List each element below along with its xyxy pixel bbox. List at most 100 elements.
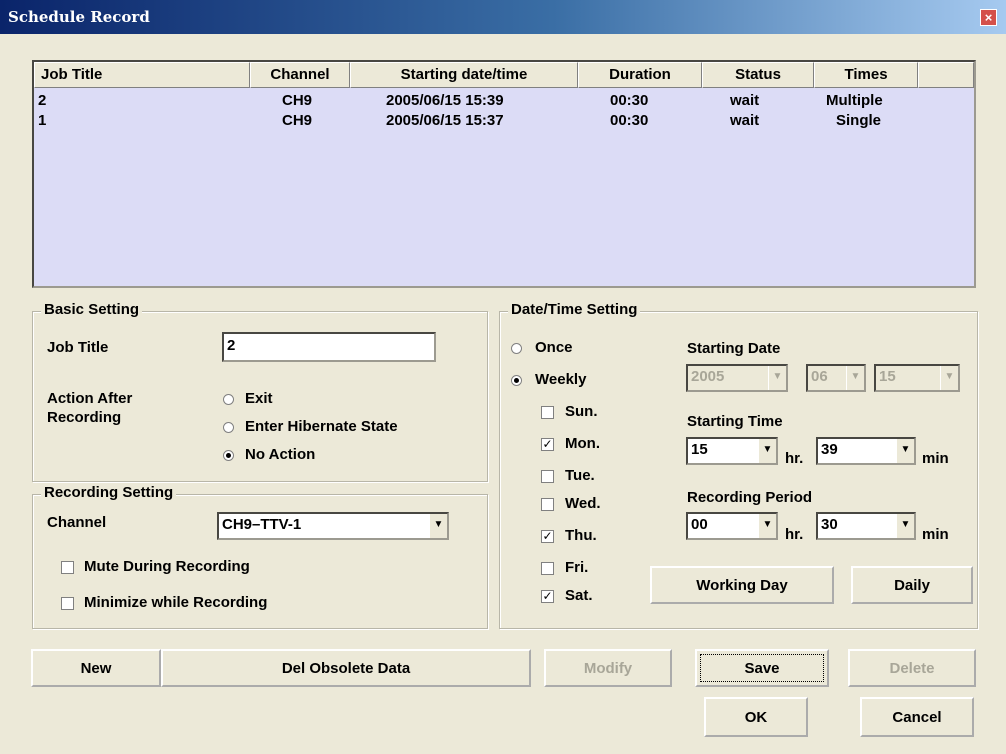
chevron-down-icon: ▼ (768, 366, 786, 390)
day-label-fri[interactable]: Fri. (565, 559, 588, 576)
starting-time-label: Starting Time (687, 413, 783, 430)
working-day-button[interactable]: Working Day (650, 566, 834, 604)
job-list[interactable]: Job Title Channel Starting date/time Dur… (32, 60, 976, 288)
table-row[interactable]: 2 CH9 2005/06/15 15:39 00:30 wait Multip… (34, 92, 974, 110)
time-hour-select[interactable]: 15 ▼ (686, 437, 778, 465)
job-list-header: Job Title Channel Starting date/time Dur… (34, 62, 974, 88)
mute-label[interactable]: Mute During Recording (84, 558, 250, 575)
time-minute-value: 39 (821, 441, 838, 458)
minimize-label[interactable]: Minimize while Recording (84, 594, 267, 611)
day-label-mon[interactable]: Mon. (565, 435, 600, 452)
action-recording-label: Recording (47, 409, 122, 426)
cell-job-title: 1 (38, 112, 47, 129)
channel-label: Channel (47, 514, 107, 531)
cell-status: wait (730, 92, 760, 109)
minute-unit-label: min (922, 450, 949, 467)
column-header-duration[interactable]: Duration (578, 62, 702, 88)
save-button[interactable]: Save (695, 649, 829, 687)
day-checkbox-mon[interactable]: ✓ (541, 438, 554, 451)
radio-hibernate-label[interactable]: Enter Hibernate State (245, 418, 398, 435)
chevron-down-icon[interactable]: ▼ (896, 514, 914, 538)
date-year-value: 2005 (691, 368, 725, 385)
chevron-down-icon: ▼ (846, 366, 864, 390)
time-minute-select[interactable]: 39 ▼ (816, 437, 916, 465)
column-header-times[interactable]: Times (814, 62, 918, 88)
day-label-sun[interactable]: Sun. (565, 403, 598, 420)
cell-job-title: 2 (38, 92, 47, 109)
minimize-checkbox[interactable] (61, 597, 74, 610)
day-checkbox-sun[interactable] (541, 406, 554, 419)
radio-weekly[interactable] (511, 375, 522, 386)
date-year-select: 2005 ▼ (686, 364, 788, 392)
chevron-down-icon: ▼ (940, 366, 958, 390)
cancel-button[interactable]: Cancel (860, 697, 974, 737)
date-month-select: 06 ▼ (806, 364, 866, 392)
period-hour-value: 00 (691, 516, 708, 533)
column-header-job-title[interactable]: Job Title (34, 62, 250, 88)
cell-times: Single (836, 112, 882, 129)
chevron-down-icon[interactable]: ▼ (758, 514, 776, 538)
date-day-select: 15 ▼ (874, 364, 960, 392)
chevron-down-icon[interactable]: ▼ (429, 514, 447, 538)
channel-select[interactable]: CH9–TTV-1 ▼ (217, 512, 449, 540)
period-minute-unit-label: min (922, 526, 949, 543)
recording-setting-title: Recording Setting (41, 484, 177, 501)
time-hour-value: 15 (691, 441, 708, 458)
column-header-starting-date[interactable]: Starting date/time (350, 62, 578, 88)
date-month-value: 06 (811, 368, 828, 385)
period-hour-unit-label: hr. (785, 526, 804, 543)
day-checkbox-fri[interactable] (541, 562, 554, 575)
del-obsolete-button[interactable]: Del Obsolete Data (161, 649, 531, 687)
chevron-down-icon[interactable]: ▼ (896, 439, 914, 463)
close-icon[interactable]: × (980, 9, 997, 26)
column-header-channel[interactable]: Channel (250, 62, 350, 88)
table-row[interactable]: 1 CH9 2005/06/15 15:37 00:30 wait Single (34, 112, 974, 130)
radio-no-action-label[interactable]: No Action (245, 446, 315, 463)
daily-button[interactable]: Daily (851, 566, 973, 604)
mute-checkbox[interactable] (61, 561, 74, 574)
cell-status: wait (730, 112, 760, 129)
cell-times: Multiple (826, 92, 883, 109)
period-hour-select[interactable]: 00 ▼ (686, 512, 778, 540)
starting-date-label: Starting Date (687, 340, 781, 357)
day-label-sat[interactable]: Sat. (565, 587, 593, 604)
radio-hibernate[interactable] (223, 422, 234, 433)
cell-duration: 00:30 (610, 92, 649, 109)
chevron-down-icon[interactable]: ▼ (758, 439, 776, 463)
day-checkbox-sat[interactable]: ✓ (541, 590, 554, 603)
cell-channel: CH9 (282, 92, 313, 109)
job-title-input[interactable]: 2 (222, 332, 436, 362)
radio-once-label[interactable]: Once (535, 339, 573, 356)
day-label-tue[interactable]: Tue. (565, 467, 595, 484)
column-header-status[interactable]: Status (702, 62, 814, 88)
radio-once[interactable] (511, 343, 522, 354)
cell-duration: 00:30 (610, 112, 649, 129)
window-title: Schedule Record (8, 8, 150, 26)
modify-button[interactable]: Modify (544, 649, 672, 687)
day-checkbox-thu[interactable]: ✓ (541, 530, 554, 543)
title-bar[interactable]: Schedule Record × (0, 0, 1006, 34)
day-label-thu[interactable]: Thu. (565, 527, 597, 544)
action-after-label: Action After (47, 390, 133, 407)
radio-no-action[interactable] (223, 450, 234, 461)
column-header-empty (918, 62, 974, 88)
day-checkbox-wed[interactable] (541, 498, 554, 511)
channel-select-value: CH9–TTV-1 (222, 516, 302, 533)
datetime-setting-title: Date/Time Setting (508, 301, 641, 318)
date-day-value: 15 (879, 368, 896, 385)
cell-channel: CH9 (282, 112, 313, 129)
schedule-record-window: Schedule Record × Job Title Channel Star… (0, 0, 1006, 754)
day-label-wed[interactable]: Wed. (565, 495, 601, 512)
period-minute-select[interactable]: 30 ▼ (816, 512, 916, 540)
basic-setting-title: Basic Setting (41, 301, 143, 318)
new-button[interactable]: New (31, 649, 161, 687)
ok-button[interactable]: OK (704, 697, 808, 737)
radio-weekly-label[interactable]: Weekly (535, 371, 586, 388)
cell-starting-date: 2005/06/15 15:39 (386, 92, 504, 109)
day-checkbox-tue[interactable] (541, 470, 554, 483)
radio-exit-label[interactable]: Exit (245, 390, 273, 407)
delete-button[interactable]: Delete (848, 649, 976, 687)
job-title-label: Job Title (47, 339, 109, 356)
period-minute-value: 30 (821, 516, 838, 533)
radio-exit[interactable] (223, 394, 234, 405)
